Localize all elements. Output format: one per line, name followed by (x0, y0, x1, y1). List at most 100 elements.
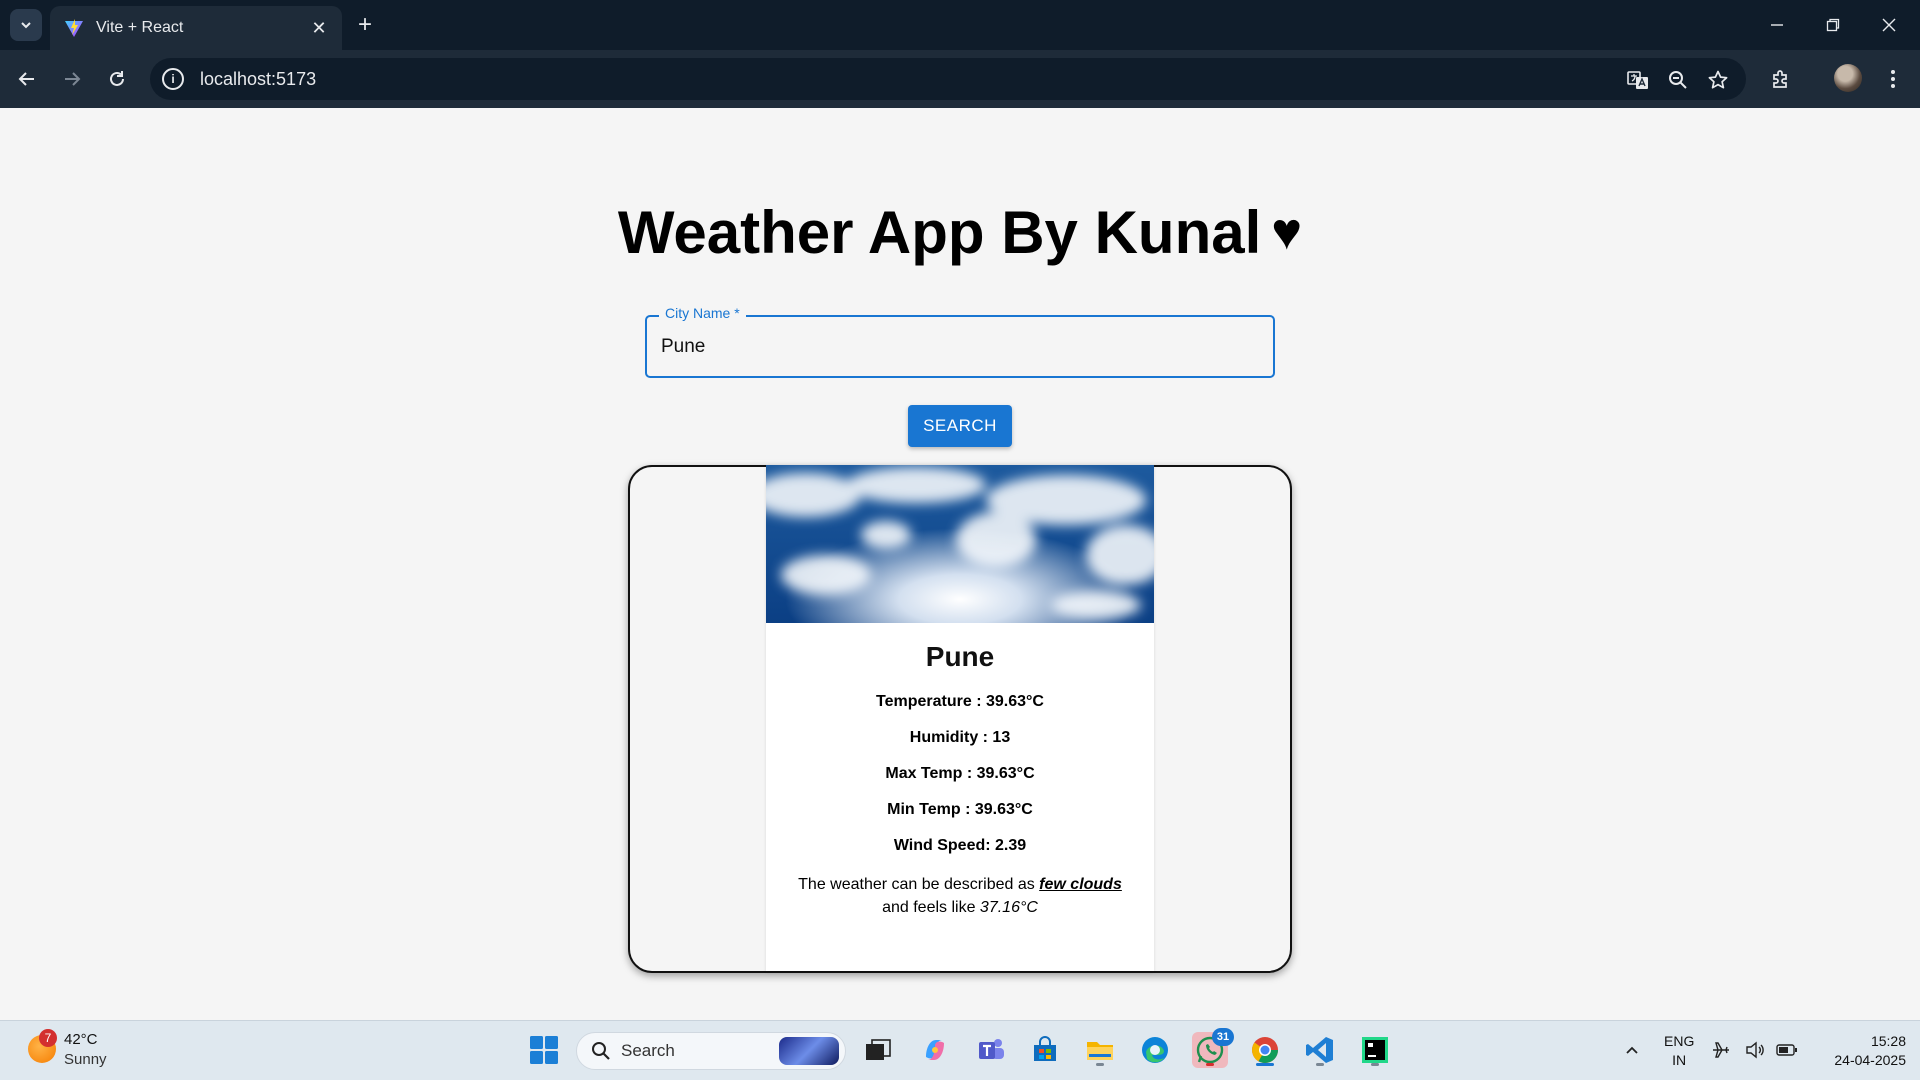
window-close-button[interactable] (1874, 10, 1904, 40)
clock-date: 24-04-2025 (1834, 1052, 1906, 1068)
network-button[interactable] (1708, 1032, 1734, 1068)
forward-button[interactable] (57, 64, 87, 94)
back-icon (18, 72, 34, 86)
windows-start-icon (530, 1036, 558, 1064)
restore-icon (1826, 18, 1840, 32)
search-highlight-art (779, 1037, 839, 1065)
feels-like-value: 37.16°C (979, 899, 1038, 916)
translate-icon[interactable] (1626, 68, 1650, 92)
store-button[interactable] (1027, 1032, 1063, 1068)
extensions-button[interactable] (1766, 64, 1796, 94)
search-button[interactable]: SEARCH (908, 405, 1012, 447)
teams-button[interactable] (973, 1032, 1009, 1068)
browser-menu-button[interactable] (1878, 64, 1908, 94)
browser-titlebar: Vite + React ✕ + (0, 0, 1920, 50)
menu-icon (1891, 70, 1895, 88)
site-info-icon[interactable]: i (162, 68, 184, 90)
chrome-button[interactable] (1247, 1032, 1283, 1068)
copilot-icon (926, 1040, 944, 1060)
page-title-text: Weather App By Kunal (617, 199, 1262, 266)
weather-condition: few clouds (1039, 876, 1122, 893)
speaker-icon (1746, 1041, 1764, 1059)
minimize-button[interactable] (1762, 10, 1792, 40)
teams-icon (979, 1039, 1004, 1059)
card-city-name: Pune (925, 641, 995, 672)
task-view-button[interactable] (860, 1032, 896, 1068)
running-indicator (1206, 1063, 1214, 1066)
zoom-icon[interactable] (1666, 68, 1690, 92)
volume-button[interactable] (1742, 1032, 1768, 1068)
city-name-field[interactable]: City Name * (645, 305, 1275, 378)
tab-search-button[interactable] (10, 9, 42, 41)
system-clock[interactable]: 15:28 24-04-2025 (1810, 1032, 1906, 1070)
minimize-icon (1771, 24, 1783, 26)
taskbar-search-placeholder: Search (621, 1041, 675, 1060)
weather-badge: 7 (39, 1029, 57, 1047)
edge-icon (1142, 1037, 1168, 1063)
heart-icon: ♥ (1271, 203, 1303, 261)
profile-avatar[interactable] (1834, 64, 1862, 92)
region-code: IN (1672, 1052, 1687, 1068)
weather-condition-label: Sunny (64, 1051, 107, 1068)
edge-button[interactable] (1137, 1032, 1173, 1068)
chevron-down-icon (21, 22, 31, 29)
humidity-text: Humidity : 13 (909, 729, 1011, 746)
back-button[interactable] (12, 64, 42, 94)
airplane-icon (1713, 1042, 1729, 1058)
max-temp-text: Max Temp : 39.63°C (885, 765, 1035, 782)
desc-prefix: The weather can be described as (798, 876, 1040, 893)
weather-description: The weather can be described as few clou… (766, 873, 1154, 919)
city-name-input[interactable] (647, 317, 1273, 376)
start-button[interactable] (526, 1032, 562, 1068)
forward-icon (65, 72, 81, 86)
weather-card: Pune Temperature : 39.63°C Humidity : 13… (766, 465, 1154, 971)
whatsapp-badge: 31 (1212, 1028, 1234, 1046)
clock-time: 15:28 (1870, 1033, 1906, 1049)
restore-button[interactable] (1818, 10, 1848, 40)
active-indicator (1256, 1063, 1274, 1066)
chevron-up-icon (1626, 1046, 1638, 1054)
page-title: Weather App By Kunal ♥ (0, 198, 1920, 267)
browser-tab[interactable]: Vite + React ✕ (50, 6, 342, 50)
reload-icon (110, 71, 124, 86)
extensions-icon (1773, 70, 1787, 88)
task-view-icon (866, 1039, 891, 1060)
wind-speed-text: Wind Speed: 2.39 (893, 837, 1027, 854)
address-url[interactable]: localhost:5173 (200, 69, 1746, 90)
tab-title: Vite + React (96, 19, 184, 36)
language-code: ENG (1664, 1033, 1695, 1049)
store-icon (1034, 1036, 1056, 1061)
browser-toolbar: i localhost:5173 (0, 50, 1920, 108)
temperature-text: Temperature : 39.63°C (876, 693, 1044, 710)
file-explorer-button[interactable] (1082, 1032, 1118, 1068)
copilot-button[interactable] (917, 1032, 953, 1068)
running-indicator (1371, 1063, 1379, 1066)
min-temp-text: Min Temp : 39.63°C (887, 801, 1033, 818)
star-icon[interactable] (1706, 68, 1730, 92)
windows-taskbar: 7 42°C Sunny Search 31 ENG IN 15:28 24-0… (0, 1020, 1920, 1080)
whatsapp-button[interactable]: 31 (1192, 1028, 1234, 1068)
language-indicator[interactable]: ENG IN (1664, 1032, 1694, 1070)
battery-icon (1776, 1044, 1797, 1056)
sky-clouds-image (766, 465, 1154, 623)
vite-favicon-icon (65, 19, 83, 37)
vscode-button[interactable] (1302, 1032, 1338, 1068)
tray-overflow-button[interactable] (1614, 1032, 1650, 1068)
pycharm-button[interactable] (1357, 1032, 1393, 1068)
address-bar[interactable]: i localhost:5173 (150, 58, 1746, 100)
running-indicator (1096, 1063, 1104, 1066)
page-content: Weather App By Kunal♥ City Name * SEARCH (0, 108, 1920, 1020)
tab-close-button[interactable]: ✕ (308, 18, 330, 39)
taskbar-search[interactable]: Search (576, 1032, 846, 1070)
new-tab-button[interactable]: + (352, 12, 378, 38)
reload-button[interactable] (102, 64, 132, 94)
folder-icon (1087, 1042, 1113, 1060)
desc-mid: and feels like (882, 899, 980, 916)
vscode-icon (1306, 1037, 1333, 1063)
running-indicator (1316, 1063, 1324, 1066)
search-icon (592, 1042, 610, 1060)
battery-button[interactable] (1774, 1032, 1800, 1068)
close-icon (1882, 18, 1896, 32)
chrome-icon (1252, 1037, 1279, 1064)
weather-temp: 42°C (64, 1031, 98, 1048)
